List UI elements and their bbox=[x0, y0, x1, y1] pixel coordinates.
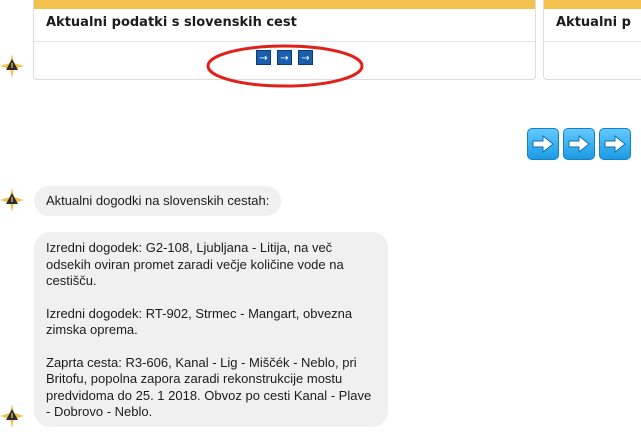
message-text: Aktualni dogodki na slovenskih cestah: bbox=[46, 193, 270, 208]
card-arrow-button-2[interactable]: → bbox=[277, 50, 292, 65]
chat-message-bubble: Izredni dogodek: G2-108, Ljubljana - Lit… bbox=[34, 232, 388, 427]
traffic-info-card: Aktualni podatki s slovenskih cest → → → bbox=[33, 0, 536, 80]
card-arrow-button-3[interactable]: → bbox=[298, 50, 313, 65]
card-arrow-button-1[interactable]: → bbox=[256, 50, 271, 65]
chat-message-bubble: Aktualni dogodki na slovenskih cestah: bbox=[34, 186, 282, 216]
message-paragraph: Zaprta cesta: R3-606, Kanal - Lig - Mišč… bbox=[46, 354, 372, 420]
card-accent-bar bbox=[544, 0, 641, 9]
message-paragraph: Izredni dogodek: G2-108, Ljubljana - Lit… bbox=[46, 240, 344, 288]
bot-avatar-icon bbox=[0, 188, 24, 212]
message-paragraph: Izredni dogodek: RT-902, Strmec - Mangar… bbox=[46, 305, 353, 338]
carousel-next-button-3[interactable] bbox=[599, 128, 631, 160]
traffic-info-card-next[interactable]: Aktualni p bbox=[543, 0, 641, 80]
carousel-next-button-1[interactable] bbox=[527, 128, 559, 160]
carousel-next-button-2[interactable] bbox=[563, 128, 595, 160]
arrow-right-icon bbox=[568, 135, 590, 153]
carousel-nav bbox=[527, 128, 631, 160]
card-divider bbox=[544, 41, 641, 42]
card-accent-bar bbox=[34, 0, 535, 9]
card-title: Aktualni podatki s slovenskih cest bbox=[46, 15, 297, 30]
arrow-right-icon bbox=[532, 135, 554, 153]
bot-avatar-icon bbox=[0, 54, 24, 78]
card-button-row: → → → bbox=[34, 42, 535, 65]
card-title: Aktualni p bbox=[556, 15, 631, 30]
bot-avatar-icon bbox=[0, 404, 24, 428]
arrow-right-icon bbox=[604, 135, 626, 153]
